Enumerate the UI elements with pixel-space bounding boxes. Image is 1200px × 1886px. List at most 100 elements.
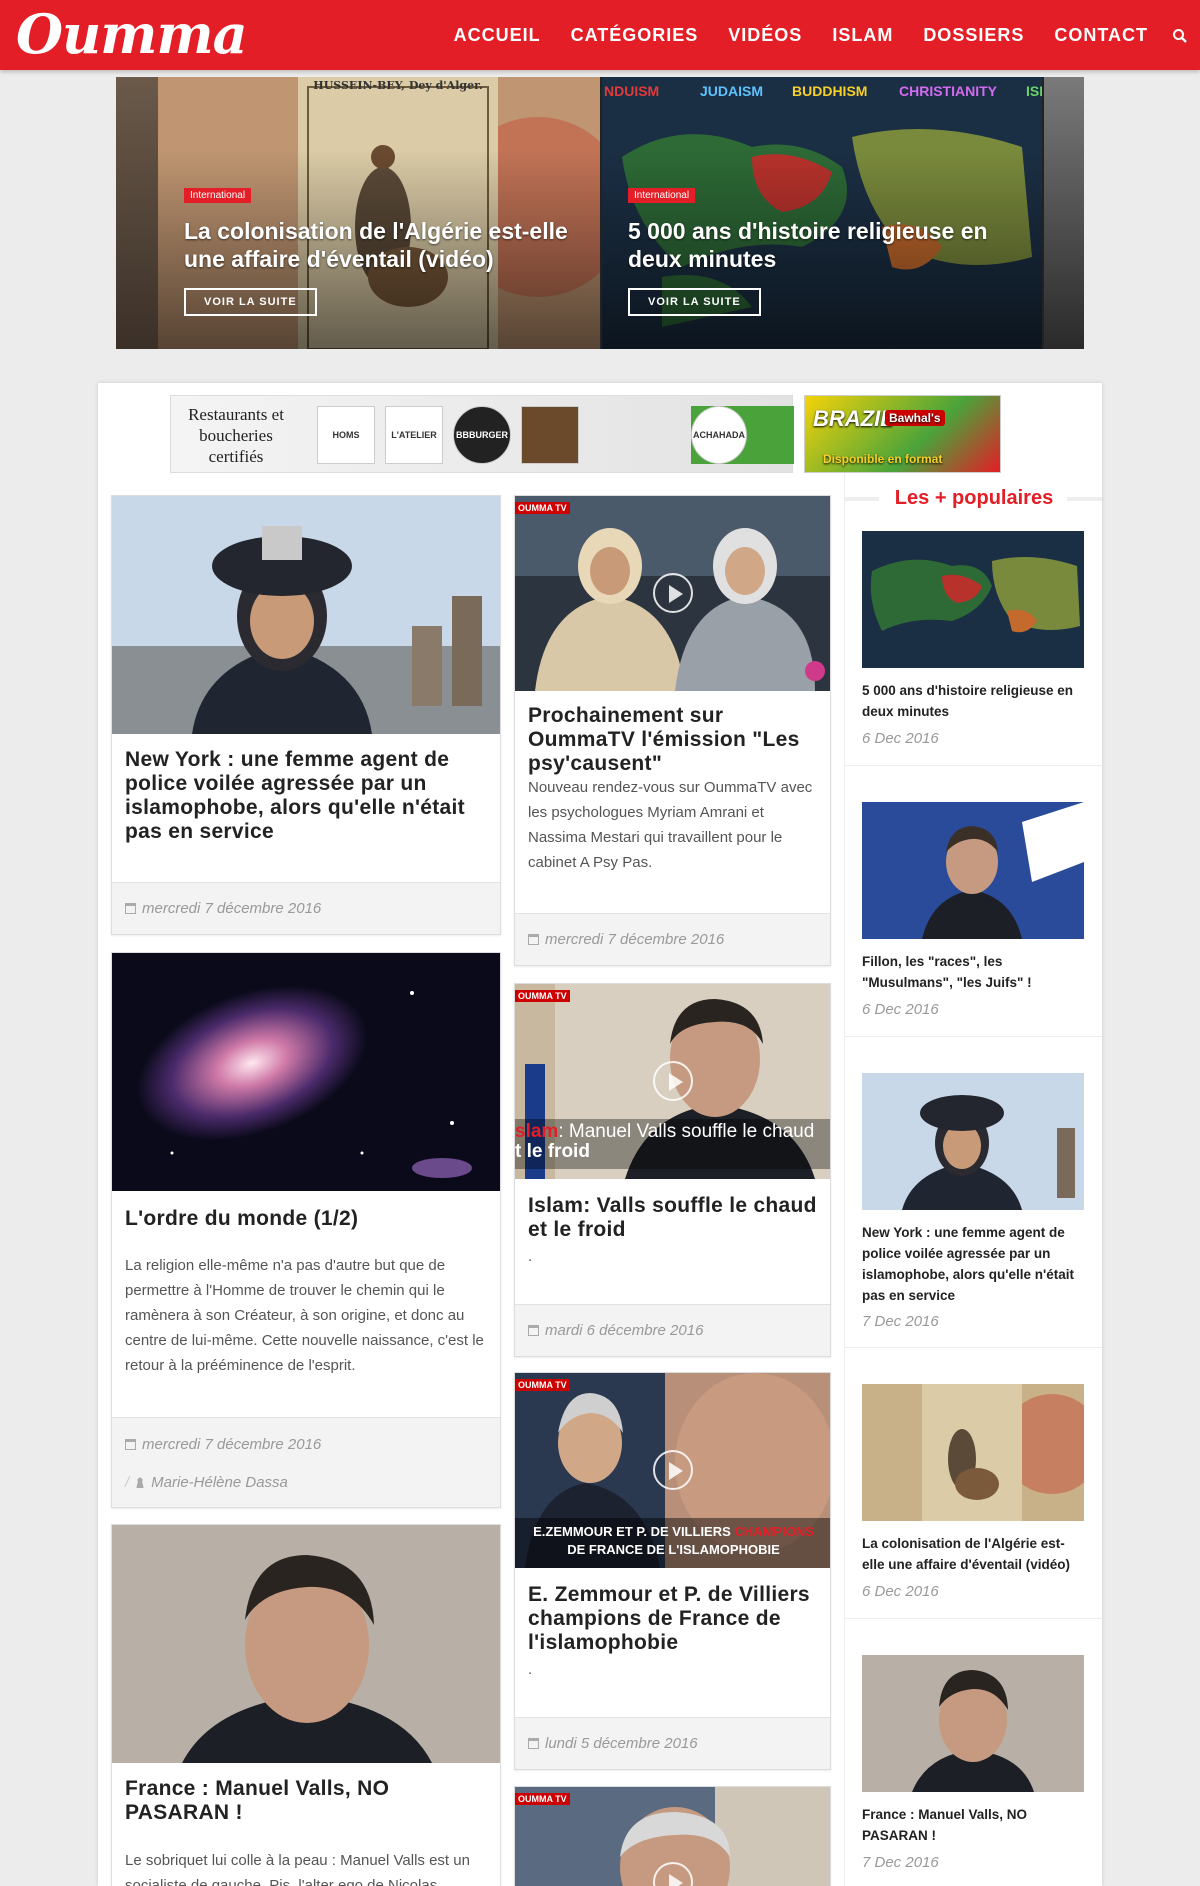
play-icon[interactable] xyxy=(653,1061,693,1101)
article-title[interactable]: L'ordre du monde (1/2) xyxy=(125,1207,490,1231)
article-author[interactable]: / Marie-Hélène Dassa xyxy=(125,1474,288,1491)
article-title[interactable]: New York : une femme agent de police voi… xyxy=(125,748,490,844)
calendar-icon xyxy=(528,1325,539,1336)
article-excerpt: . xyxy=(528,1248,533,1265)
article-meta: lundi 5 décembre 2016 xyxy=(515,1717,830,1769)
popular-item-title[interactable]: La colonisation de l'Algérie est-elle un… xyxy=(862,1533,1087,1575)
article-excerpt: Nouveau rendez-vous sur OummaTV avec les… xyxy=(528,779,813,871)
slide-algerie[interactable]: HUSSEIN-BEY, Dey d'Alger. International … xyxy=(158,77,600,349)
popular-item-image xyxy=(862,1384,1084,1521)
article-title[interactable]: France : Manuel Valls, NO PASARAN ! xyxy=(125,1777,490,1825)
article-image xyxy=(112,496,500,734)
oummatv-tag: OUMMA TV xyxy=(515,990,570,1002)
brand-logo-bbburger: BBBURGER xyxy=(453,406,511,464)
article-card-psycausent[interactable]: OUMMA TV Prochainement sur OummaTV l'émi… xyxy=(514,495,831,966)
article-date: mardi 6 décembre 2016 xyxy=(528,1322,703,1339)
article-excerpt: Le sobriquet lui colle à la peau : Manue… xyxy=(125,1852,470,1886)
slide-read-more-button[interactable]: VOIR LA SUITE xyxy=(628,288,761,316)
slide-read-more-button[interactable]: VOIR LA SUITE xyxy=(184,288,317,316)
nav-item-dossiers[interactable]: DOSSIERS xyxy=(923,25,1024,46)
nav-item-islam[interactable]: ISLAM xyxy=(832,25,893,46)
site-header: Oumma ACCUEIL CATÉGORIES VIDÉOS ISLAM DO… xyxy=(0,0,1200,70)
popular-item-date: 6 Dec 2016 xyxy=(862,730,939,747)
slide-next-peek[interactable] xyxy=(1044,77,1084,349)
article-meta: mercredi 7 décembre 2016 xyxy=(112,882,500,934)
popular-item-date: 7 Dec 2016 xyxy=(862,1313,939,1330)
article-meta: mercredi 7 décembre 2016 /Marie-Hélène D… xyxy=(112,1417,500,1507)
play-icon[interactable] xyxy=(653,1450,693,1490)
article-title[interactable]: E. Zemmour et P. de Villiers champions d… xyxy=(528,1583,828,1655)
article-meta: mardi 6 décembre 2016 xyxy=(515,1304,830,1356)
slide-category-badge[interactable]: International xyxy=(184,188,252,203)
article-image xyxy=(112,1525,500,1763)
popular-item-title[interactable]: 5 000 ans d'histoire religieuse en deux … xyxy=(862,680,1087,722)
popular-item-title[interactable]: New York : une femme agent de police voi… xyxy=(862,1222,1087,1306)
site-logo[interactable]: Oumma xyxy=(16,4,248,64)
article-date: lundi 5 décembre 2016 xyxy=(528,1735,698,1752)
article-excerpt: La religion elle-même n'a pas d'autre bu… xyxy=(125,1257,484,1374)
article-title[interactable]: Islam: Valls souffle le chaud et le froi… xyxy=(528,1194,828,1242)
calendar-icon xyxy=(528,934,539,945)
popular-item-image xyxy=(862,802,1084,939)
play-icon[interactable] xyxy=(653,573,693,613)
nav-item-contact[interactable]: CONTACT xyxy=(1054,25,1148,46)
popular-item-image xyxy=(862,1655,1084,1792)
article-image xyxy=(112,953,500,1191)
search-icon[interactable] xyxy=(1172,28,1188,44)
article-date: mercredi 7 décembre 2016 xyxy=(125,1436,321,1453)
oummatv-tag: OUMMA TV xyxy=(515,502,570,514)
article-card-valls-nopasaran[interactable]: France : Manuel Valls, NO PASARAN ! Le s… xyxy=(111,1524,501,1886)
oummatv-tag: OUMMA TV xyxy=(515,1793,570,1805)
certified-restaurants-banner[interactable]: Restaurants et boucheries certifiés HOMS… xyxy=(170,395,794,473)
video-overlay-caption: slam: Manuel Valls souffle le chaud t le … xyxy=(515,1122,815,1162)
video-overlay-caption: E.ZEMMOUR ET P. DE VILLIERS CHAMPIONS DE … xyxy=(533,1524,814,1557)
calendar-icon xyxy=(528,1738,539,1749)
main-content-panel: Restaurants et boucheries certifiés HOMS… xyxy=(98,383,1102,1886)
popular-item[interactable]: New York : une femme agent de police voi… xyxy=(845,1073,1102,1348)
sauce-brazil-ad[interactable]: BRAZIL Bawhal's Disponible en format xyxy=(804,395,1001,473)
article-card-ordre-du-monde[interactable]: L'ordre du monde (1/2) La religion elle-… xyxy=(111,952,501,1508)
oummatv-tag: OUMMA TV xyxy=(515,1379,570,1391)
article-card-next[interactable]: OUMMA TV xyxy=(514,1786,831,1886)
popular-sidebar: Les + populaires 5 000 ans d'histoire re… xyxy=(844,473,1102,1886)
slide-category-badge[interactable]: International xyxy=(628,188,696,203)
popular-item-image xyxy=(862,1073,1084,1210)
brand-logo-homs: HOMS xyxy=(317,406,375,464)
article-date: mercredi 7 décembre 2016 xyxy=(125,900,321,917)
popular-item-image xyxy=(862,531,1084,668)
article-excerpt: . xyxy=(528,1661,533,1678)
banner-text: Restaurants et boucheries certifiés xyxy=(188,405,284,466)
popular-item-title[interactable]: Fillon, les "races", les "Musulmans", "l… xyxy=(862,951,1087,993)
slide-title[interactable]: La colonisation de l'Algérie est-elle un… xyxy=(184,217,574,273)
slide-religions[interactable]: NDUISM JUDAISM BUDDHISM CHRISTIANITY ISL… xyxy=(602,77,1042,349)
brand-logo-fourth xyxy=(521,406,579,464)
article-date: mercredi 7 décembre 2016 xyxy=(528,931,724,948)
popular-item[interactable]: Fillon, les "races", les "Musulmans", "l… xyxy=(845,802,1102,1037)
brand-logo-achahada: ACHAHADA xyxy=(691,406,747,464)
featured-slider: HUSSEIN-BEY, Dey d'Alger. International … xyxy=(116,77,1084,349)
popular-item-date: 7 Dec 2016 xyxy=(862,1854,939,1871)
article-title[interactable]: Prochainement sur OummaTV l'émission "Le… xyxy=(528,704,828,776)
nav-item-categories[interactable]: CATÉGORIES xyxy=(571,25,699,46)
slide-prev-peek[interactable] xyxy=(116,77,158,349)
article-meta: mercredi 7 décembre 2016 xyxy=(515,913,830,965)
popular-item[interactable]: France : Manuel Valls, NO PASARAN ! 7 De… xyxy=(845,1655,1102,1886)
article-card-zemmour-villiers[interactable]: OUMMA TV E.ZEMMOUR ET P. DE VILLIERS CHA… xyxy=(514,1372,831,1770)
calendar-icon xyxy=(125,903,136,914)
main-nav: ACCUEIL CATÉGORIES VIDÉOS ISLAM DOSSIERS… xyxy=(424,0,1148,70)
user-icon xyxy=(135,1477,146,1488)
calendar-icon xyxy=(125,1439,136,1450)
popular-item[interactable]: La colonisation de l'Algérie est-elle un… xyxy=(845,1384,1102,1619)
article-card-newyork[interactable]: New York : une femme agent de police voi… xyxy=(111,495,501,935)
article-card-valls-chaud-froid[interactable]: OUMMA TV slam: Manuel Valls souffle le c… xyxy=(514,983,831,1357)
popular-item-title[interactable]: France : Manuel Valls, NO PASARAN ! xyxy=(862,1804,1087,1846)
popular-item[interactable]: 5 000 ans d'histoire religieuse en deux … xyxy=(845,531,1102,766)
popular-item-date: 6 Dec 2016 xyxy=(862,1001,939,1018)
slide-image-caption: HUSSEIN-BEY, Dey d'Alger. xyxy=(313,79,483,92)
nav-item-videos[interactable]: VIDÉOS xyxy=(728,25,802,46)
popular-item-date: 6 Dec 2016 xyxy=(862,1583,939,1600)
nav-item-accueil[interactable]: ACCUEIL xyxy=(454,25,541,46)
popular-heading: Les + populaires xyxy=(845,483,1102,513)
brand-logo-atelier: L'ATELIER xyxy=(385,406,443,464)
slide-title[interactable]: 5 000 ans d'histoire religieuse en deux … xyxy=(628,217,1018,273)
